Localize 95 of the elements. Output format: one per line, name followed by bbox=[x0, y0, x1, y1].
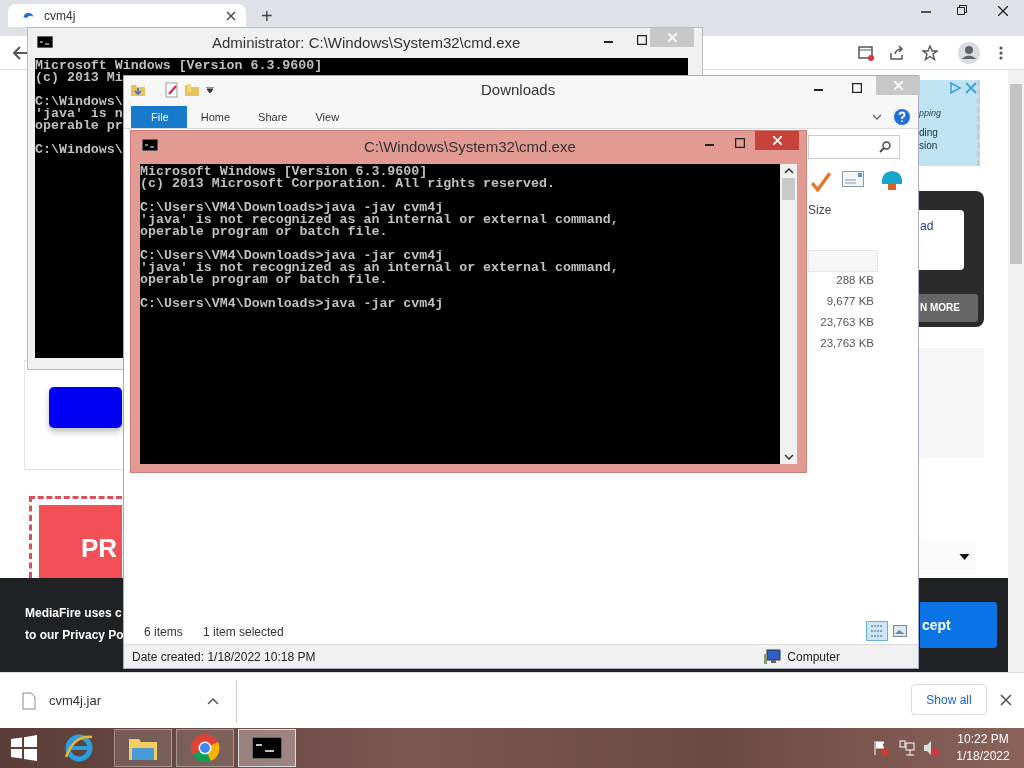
maximize-icon[interactable] bbox=[852, 83, 862, 93]
console-line: operable program or batch file. bbox=[140, 274, 388, 286]
console-line: (c) 2013 Microsoft Corporation. All rights reserved. bbox=[140, 178, 555, 190]
blocked-popup-icon[interactable] bbox=[858, 45, 874, 61]
console-line: operable pr bbox=[35, 120, 123, 132]
scrollbar-thumb[interactable] bbox=[1010, 84, 1022, 264]
caret-up-icon[interactable] bbox=[207, 698, 219, 705]
clock-time: 10:22 PM bbox=[957, 731, 1009, 748]
close-icon bbox=[998, 6, 1008, 16]
maximize-icon[interactable] bbox=[637, 35, 647, 45]
ribbon-tab[interactable]: Share bbox=[244, 105, 302, 128]
group-header bbox=[808, 250, 878, 272]
console-line: 'java' is n bbox=[35, 108, 123, 120]
flag-icon[interactable] bbox=[873, 740, 889, 756]
scrollbar[interactable] bbox=[1008, 70, 1024, 672]
ad-text: ding bbox=[919, 127, 938, 138]
scroll-down-icon[interactable] bbox=[783, 454, 794, 460]
date-created-text: Date created: 1/18/2022 10:18 PM bbox=[132, 649, 317, 664]
clock[interactable]: 10:22 PM 1/18/2022 bbox=[950, 731, 1016, 765]
console-line: Microsoft Windows [Version 6.3.9600] bbox=[140, 166, 428, 178]
checkmark-icon[interactable] bbox=[810, 171, 832, 193]
close-icon bbox=[893, 81, 903, 90]
search-icon bbox=[879, 141, 891, 153]
scroll-up-icon[interactable] bbox=[783, 168, 794, 174]
ad-text: pping bbox=[919, 108, 942, 118]
learn-more-button[interactable]: N MORE bbox=[918, 294, 978, 322]
search-field[interactable] bbox=[808, 135, 900, 159]
taskbar-button[interactable] bbox=[238, 729, 296, 767]
close-icon bbox=[772, 136, 782, 145]
console-line: C:\Users\VM4\Downloads>java -jav cvm4j bbox=[140, 202, 444, 214]
dropdown-caret-icon[interactable] bbox=[206, 87, 214, 93]
star-icon[interactable] bbox=[922, 45, 938, 61]
console-icon bbox=[142, 139, 158, 151]
folder-icon[interactable] bbox=[130, 82, 146, 98]
console-line: 'java' is not recognized as an internal or external command, bbox=[140, 262, 619, 274]
window-title: C:\Windows\System32\cmd.exe bbox=[364, 138, 576, 155]
ribbon-tab[interactable]: Home bbox=[186, 105, 245, 128]
computer-icon bbox=[763, 648, 782, 665]
window-title: Downloads bbox=[481, 81, 556, 98]
back-arrow-icon[interactable] bbox=[12, 45, 28, 61]
accept-button[interactable]: cept bbox=[920, 602, 997, 648]
maximize-icon[interactable] bbox=[735, 138, 745, 148]
close-icon[interactable] bbox=[226, 10, 236, 21]
cookie-text: to our Privacy Po bbox=[25, 628, 124, 642]
caret-icon bbox=[959, 554, 970, 560]
properties-icon[interactable] bbox=[164, 82, 180, 98]
profile-avatar-icon[interactable] bbox=[958, 42, 980, 64]
share-icon[interactable] bbox=[889, 45, 905, 61]
large-icons-view-icon[interactable] bbox=[893, 625, 907, 637]
file-size: 288 KB bbox=[836, 273, 874, 288]
console-line: C:\Windows\ bbox=[35, 96, 123, 108]
scrollbar-thumb[interactable] bbox=[782, 178, 795, 200]
console-icon bbox=[37, 36, 53, 48]
clock-date: 1/18/2022 bbox=[956, 748, 1010, 765]
console-line: C:\Users\VM4\Downloads>java -jar cvm4j bbox=[140, 298, 444, 310]
card-link[interactable]: ad bbox=[920, 219, 934, 233]
file-icon bbox=[22, 692, 36, 710]
scrollbar[interactable] bbox=[780, 164, 797, 464]
selection-count: 1 item selected bbox=[203, 625, 284, 639]
close-icon bbox=[667, 33, 677, 42]
item-count: 6 items bbox=[144, 625, 183, 639]
download-file-name[interactable]: cvm4j.jar bbox=[49, 693, 101, 708]
network-icon[interactable] bbox=[899, 740, 915, 756]
file-size: 23,763 KB bbox=[820, 315, 874, 330]
console-line: (c) 2013 Mi bbox=[35, 72, 123, 84]
help-icon[interactable] bbox=[894, 108, 910, 125]
new-tab-button[interactable]: + bbox=[261, 5, 273, 28]
window-title: Administrator: C:\Windows\System32\cmd.exe bbox=[212, 34, 521, 51]
show-all-button[interactable]: Show all bbox=[911, 684, 987, 715]
chevron-down-icon[interactable] bbox=[872, 113, 882, 120]
close-icon[interactable] bbox=[1000, 694, 1012, 706]
ribbon-tab[interactable]: View bbox=[301, 105, 354, 128]
ribbon-tab[interactable]: File bbox=[131, 105, 187, 128]
console-line: operable program or batch file. bbox=[140, 226, 388, 238]
cookie-text: MediaFire uses c bbox=[25, 606, 122, 620]
console-line: C:\Windows\ bbox=[35, 144, 123, 156]
file-size: 23,763 KB bbox=[820, 336, 874, 351]
tab-title: cvm4j bbox=[44, 8, 77, 23]
location-text: Computer bbox=[787, 649, 840, 664]
console-line: C:\Users\VM4\Downloads>java -jar cvm4j bbox=[140, 250, 444, 262]
browser-tab[interactable]: cvm4j bbox=[8, 4, 246, 27]
menu-icon[interactable] bbox=[999, 45, 1003, 61]
console-line: Microsoft Windows [Version 6.3.9600] bbox=[35, 60, 323, 72]
muted-speaker-icon[interactable] bbox=[923, 740, 939, 756]
envelope-icon[interactable] bbox=[842, 171, 864, 187]
console-icon bbox=[252, 737, 282, 759]
chrome-style-icon bbox=[190, 733, 220, 763]
ad-text: sion bbox=[919, 140, 938, 151]
file-size: 9,677 KB bbox=[826, 294, 874, 309]
restore-icon[interactable] bbox=[957, 5, 967, 15]
windows-logo-icon[interactable] bbox=[11, 735, 37, 761]
promo-text: PR bbox=[39, 505, 122, 578]
globe-e-icon[interactable] bbox=[64, 733, 94, 763]
column-header[interactable]: Size bbox=[808, 203, 832, 217]
console-line: 'java' is not recognized as an internal or external command, bbox=[140, 214, 619, 226]
